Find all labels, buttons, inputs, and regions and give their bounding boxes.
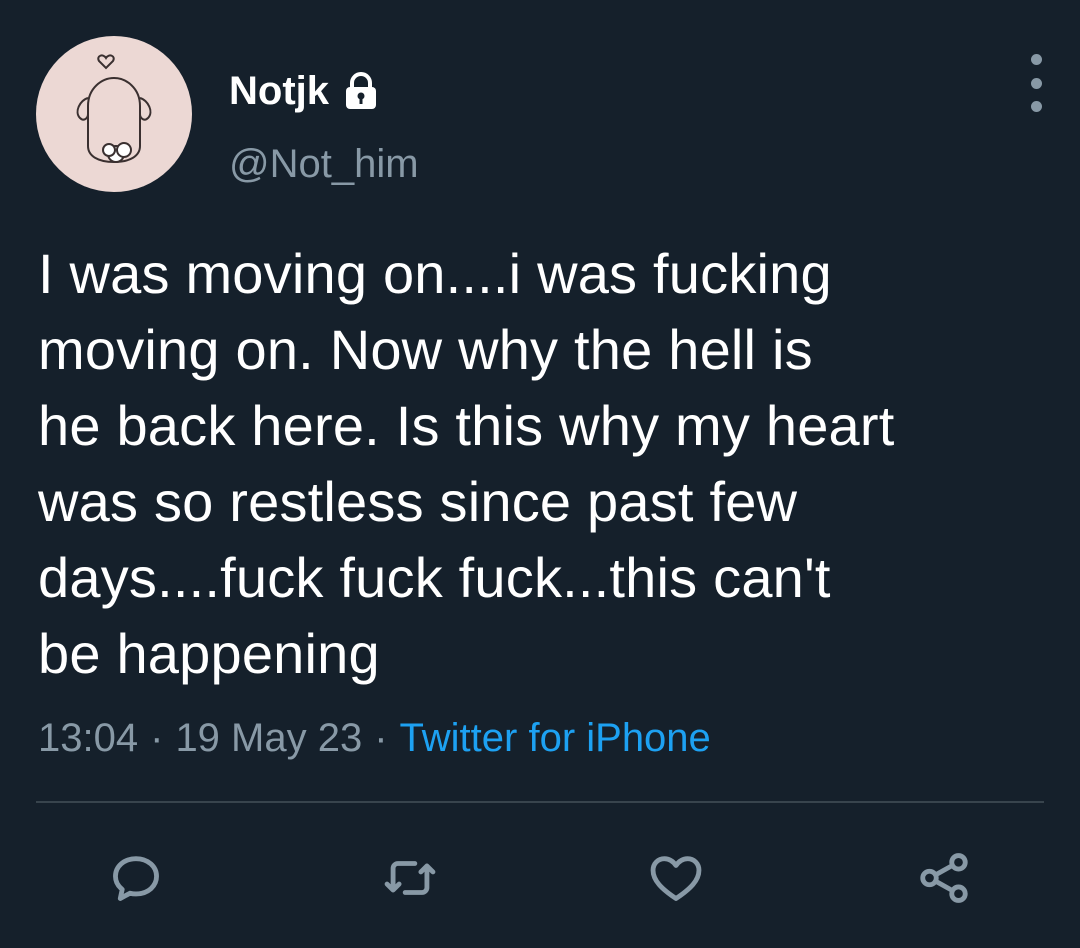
share-icon [920,853,968,903]
display-name[interactable]: Notjk [229,69,329,114]
retweet-button[interactable] [378,846,442,910]
meta-separator: · [374,716,388,760]
like-icon [650,856,702,901]
avatar-drawing-icon [76,54,152,164]
tweet-time: 13:04 [38,716,139,760]
lock-icon [341,71,381,111]
tweet-text: I was moving on....i was fucking moving … [38,242,895,685]
reply-icon [113,856,159,901]
reply-button[interactable] [104,846,168,910]
tweet-meta: 13:04 · 19 May 23 · Twitter for iPhone [38,716,711,761]
meta-separator: · [150,716,164,760]
tweet-date: 19 May 23 [175,716,363,760]
share-button[interactable] [912,846,976,910]
author-name-row[interactable]: Notjk [229,66,381,116]
more-dot-icon [1030,54,1042,65]
more-options-button[interactable] [1010,54,1062,112]
tweet-source-link[interactable]: Twitter for iPhone [400,716,711,760]
user-handle[interactable]: @Not_him [229,142,419,187]
more-dot-icon [1030,101,1042,112]
avatar[interactable] [36,36,192,192]
more-dot-icon [1030,77,1042,89]
like-button[interactable] [644,846,708,910]
divider [36,801,1044,803]
retweet-icon [384,861,436,895]
